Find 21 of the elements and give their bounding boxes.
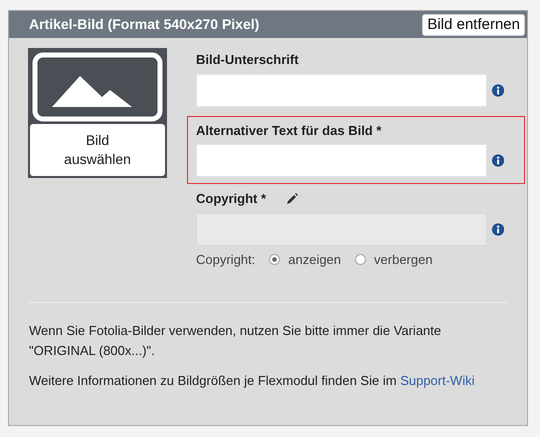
field-label: Bild-Unterschrift	[196, 51, 299, 69]
radio-label: verbergen	[374, 250, 433, 269]
text-input-field[interactable]	[196, 144, 487, 177]
note-text: Wenn Sie Fotolia-Bilder verwenden, nutzen Sie bitte immer die Variante "ORIGINAL (800x...)".	[29, 322, 442, 360]
info-icon[interactable]	[492, 222, 504, 236]
info-icon[interactable]	[492, 154, 504, 167]
radio-button[interactable]	[269, 254, 280, 265]
radio-button[interactable]	[355, 254, 366, 265]
pencil-icon[interactable]	[286, 192, 298, 205]
image-placeholder-icon	[32, 52, 163, 122]
field-label: Copyright *	[196, 190, 266, 208]
radio-label: anzeigen	[288, 250, 342, 269]
info-icon[interactable]	[492, 84, 504, 96]
remove-image-button[interactable]: Bild entfernen	[422, 14, 525, 36]
field-label: Alternativer Text für das Bild *	[196, 122, 382, 140]
note-text: Weitere Informationen zu Bildgrößen je Flexmodul finden Sie im Support-Wiki	[29, 372, 476, 390]
panel-title: Artikel-Bild (Format 540x270 Pixel)	[29, 15, 260, 34]
choose-image-button[interactable]: Bild auswählen	[30, 124, 165, 176]
copyright-label: Copyright:	[196, 250, 256, 269]
support-wiki-link[interactable]: Support-Wiki	[400, 373, 475, 388]
text-input-field[interactable]	[196, 74, 487, 106]
